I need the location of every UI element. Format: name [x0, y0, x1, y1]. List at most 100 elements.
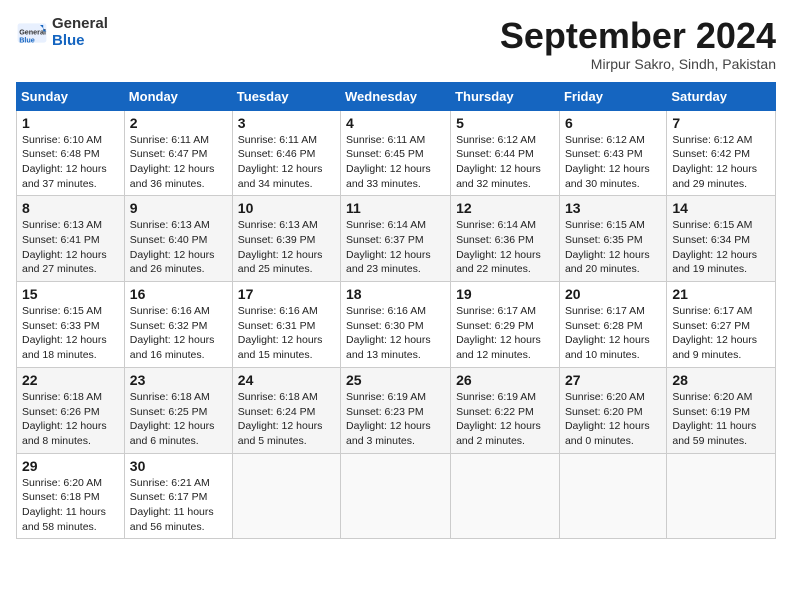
day-number: 2 [130, 115, 227, 131]
calendar-cell: 18 Sunrise: 6:16 AMSunset: 6:30 PMDayligh… [341, 282, 451, 368]
day-info: Sunrise: 6:11 AMSunset: 6:45 PMDaylight:… [346, 133, 445, 192]
calendar-table: SundayMondayTuesdayWednesdayThursdayFrid… [16, 82, 776, 540]
day-info: Sunrise: 6:17 AMSunset: 6:28 PMDaylight:… [565, 304, 661, 363]
day-number: 29 [22, 458, 119, 474]
day-info: Sunrise: 6:18 AMSunset: 6:26 PMDaylight:… [22, 390, 119, 449]
calendar-cell: 28 Sunrise: 6:20 AMSunset: 6:19 PMDayligh… [667, 367, 776, 453]
day-number: 10 [238, 200, 335, 216]
day-info: Sunrise: 6:20 AMSunset: 6:19 PMDaylight:… [672, 390, 770, 449]
day-number: 22 [22, 372, 119, 388]
calendar-cell: 19 Sunrise: 6:17 AMSunset: 6:29 PMDayligh… [451, 282, 560, 368]
day-number: 16 [130, 286, 227, 302]
calendar-cell: 14 Sunrise: 6:15 AMSunset: 6:34 PMDayligh… [667, 196, 776, 282]
page-header: General Blue General Blue September 2024… [16, 16, 776, 72]
calendar-cell: 26 Sunrise: 6:19 AMSunset: 6:22 PMDayligh… [451, 367, 560, 453]
header-day-friday: Friday [559, 82, 666, 110]
day-info: Sunrise: 6:13 AMSunset: 6:41 PMDaylight:… [22, 218, 119, 277]
calendar-cell: 13 Sunrise: 6:15 AMSunset: 6:35 PMDayligh… [559, 196, 666, 282]
day-number: 14 [672, 200, 770, 216]
day-number: 12 [456, 200, 554, 216]
calendar-cell: 24Sunrise: 6:18 AMSunset: 6:24 PMDayligh… [232, 367, 340, 453]
calendar-cell: 8 Sunrise: 6:13 AMSunset: 6:41 PMDaylight… [17, 196, 125, 282]
day-info: Sunrise: 6:15 AMSunset: 6:35 PMDaylight:… [565, 218, 661, 277]
calendar-week-row: 22 Sunrise: 6:18 AMSunset: 6:26 PMDayligh… [17, 367, 776, 453]
day-info: Sunrise: 6:17 AMSunset: 6:29 PMDaylight:… [456, 304, 554, 363]
day-number: 5 [456, 115, 554, 131]
calendar-cell: 17Sunrise: 6:16 AMSunset: 6:31 PMDayligh… [232, 282, 340, 368]
day-number: 19 [456, 286, 554, 302]
calendar-cell: 27 Sunrise: 6:20 AMSunset: 6:20 PMDayligh… [559, 367, 666, 453]
day-number: 9 [130, 200, 227, 216]
day-number: 25 [346, 372, 445, 388]
logo-blue-text: Blue [52, 33, 108, 50]
day-info: Sunrise: 6:13 AMSunset: 6:39 PMDaylight:… [238, 218, 335, 277]
day-info: Sunrise: 6:11 AMSunset: 6:47 PMDaylight:… [130, 133, 227, 192]
calendar-cell: 22 Sunrise: 6:18 AMSunset: 6:26 PMDayligh… [17, 367, 125, 453]
day-number: 13 [565, 200, 661, 216]
title-block: September 2024 Mirpur Sakro, Sindh, Paki… [500, 16, 776, 72]
calendar-week-row: 15Sunrise: 6:15 AMSunset: 6:33 PMDayligh… [17, 282, 776, 368]
day-number: 27 [565, 372, 661, 388]
day-number: 28 [672, 372, 770, 388]
logo-general-text: General [52, 16, 108, 33]
day-info: Sunrise: 6:12 AMSunset: 6:43 PMDaylight:… [565, 133, 661, 192]
logo: General Blue General Blue [16, 16, 108, 49]
calendar-cell: 10 Sunrise: 6:13 AMSunset: 6:39 PMDayligh… [232, 196, 340, 282]
logo-icon: General Blue [16, 17, 48, 49]
day-number: 6 [565, 115, 661, 131]
calendar-week-row: 1Sunrise: 6:10 AMSunset: 6:48 PMDaylight… [17, 110, 776, 196]
calendar-cell: 3Sunrise: 6:11 AMSunset: 6:46 PMDaylight… [232, 110, 340, 196]
day-info: Sunrise: 6:20 AMSunset: 6:18 PMDaylight:… [22, 476, 119, 535]
day-info: Sunrise: 6:13 AMSunset: 6:40 PMDaylight:… [130, 218, 227, 277]
day-info: Sunrise: 6:16 AMSunset: 6:32 PMDaylight:… [130, 304, 227, 363]
day-number: 24 [238, 372, 335, 388]
calendar-cell: 5Sunrise: 6:12 AMSunset: 6:44 PMDaylight… [451, 110, 560, 196]
calendar-cell: 6 Sunrise: 6:12 AMSunset: 6:43 PMDaylight… [559, 110, 666, 196]
header-day-sunday: Sunday [17, 82, 125, 110]
calendar-cell: 1Sunrise: 6:10 AMSunset: 6:48 PMDaylight… [17, 110, 125, 196]
day-number: 7 [672, 115, 770, 131]
day-number: 11 [346, 200, 445, 216]
calendar-cell: 23Sunrise: 6:18 AMSunset: 6:25 PMDayligh… [124, 367, 232, 453]
calendar-week-row: 29 Sunrise: 6:20 AMSunset: 6:18 PMDayligh… [17, 453, 776, 539]
calendar-cell [232, 453, 340, 539]
day-info: Sunrise: 6:19 AMSunset: 6:22 PMDaylight:… [456, 390, 554, 449]
day-info: Sunrise: 6:19 AMSunset: 6:23 PMDaylight:… [346, 390, 445, 449]
day-number: 30 [130, 458, 227, 474]
day-info: Sunrise: 6:10 AMSunset: 6:48 PMDaylight:… [22, 133, 119, 192]
day-info: Sunrise: 6:12 AMSunset: 6:42 PMDaylight:… [672, 133, 770, 192]
day-number: 4 [346, 115, 445, 131]
calendar-cell: 12 Sunrise: 6:14 AMSunset: 6:36 PMDayligh… [451, 196, 560, 282]
day-info: Sunrise: 6:20 AMSunset: 6:20 PMDaylight:… [565, 390, 661, 449]
header-day-monday: Monday [124, 82, 232, 110]
calendar-cell: 20 Sunrise: 6:17 AMSunset: 6:28 PMDayligh… [559, 282, 666, 368]
day-number: 8 [22, 200, 119, 216]
day-number: 23 [130, 372, 227, 388]
header-day-saturday: Saturday [667, 82, 776, 110]
day-info: Sunrise: 6:11 AMSunset: 6:46 PMDaylight:… [238, 133, 335, 192]
calendar-week-row: 8 Sunrise: 6:13 AMSunset: 6:41 PMDaylight… [17, 196, 776, 282]
header-day-tuesday: Tuesday [232, 82, 340, 110]
day-number: 18 [346, 286, 445, 302]
day-number: 26 [456, 372, 554, 388]
day-number: 20 [565, 286, 661, 302]
calendar-cell [667, 453, 776, 539]
day-number: 17 [238, 286, 335, 302]
calendar-cell [341, 453, 451, 539]
day-info: Sunrise: 6:16 AMSunset: 6:30 PMDaylight:… [346, 304, 445, 363]
day-info: Sunrise: 6:21 AMSunset: 6:17 PMDaylight:… [130, 476, 227, 535]
location: Mirpur Sakro, Sindh, Pakistan [500, 56, 776, 72]
day-info: Sunrise: 6:14 AMSunset: 6:37 PMDaylight:… [346, 218, 445, 277]
day-info: Sunrise: 6:15 AMSunset: 6:34 PMDaylight:… [672, 218, 770, 277]
calendar-cell: 9 Sunrise: 6:13 AMSunset: 6:40 PMDaylight… [124, 196, 232, 282]
day-info: Sunrise: 6:17 AMSunset: 6:27 PMDaylight:… [672, 304, 770, 363]
header-day-thursday: Thursday [451, 82, 560, 110]
calendar-cell: 29 Sunrise: 6:20 AMSunset: 6:18 PMDayligh… [17, 453, 125, 539]
calendar-cell: 2 Sunrise: 6:11 AMSunset: 6:47 PMDaylight… [124, 110, 232, 196]
day-info: Sunrise: 6:14 AMSunset: 6:36 PMDaylight:… [456, 218, 554, 277]
calendar-cell: 30 Sunrise: 6:21 AMSunset: 6:17 PMDayligh… [124, 453, 232, 539]
calendar-header-row: SundayMondayTuesdayWednesdayThursdayFrid… [17, 82, 776, 110]
calendar-cell: 11 Sunrise: 6:14 AMSunset: 6:37 PMDayligh… [341, 196, 451, 282]
calendar-cell [559, 453, 666, 539]
calendar-cell [451, 453, 560, 539]
